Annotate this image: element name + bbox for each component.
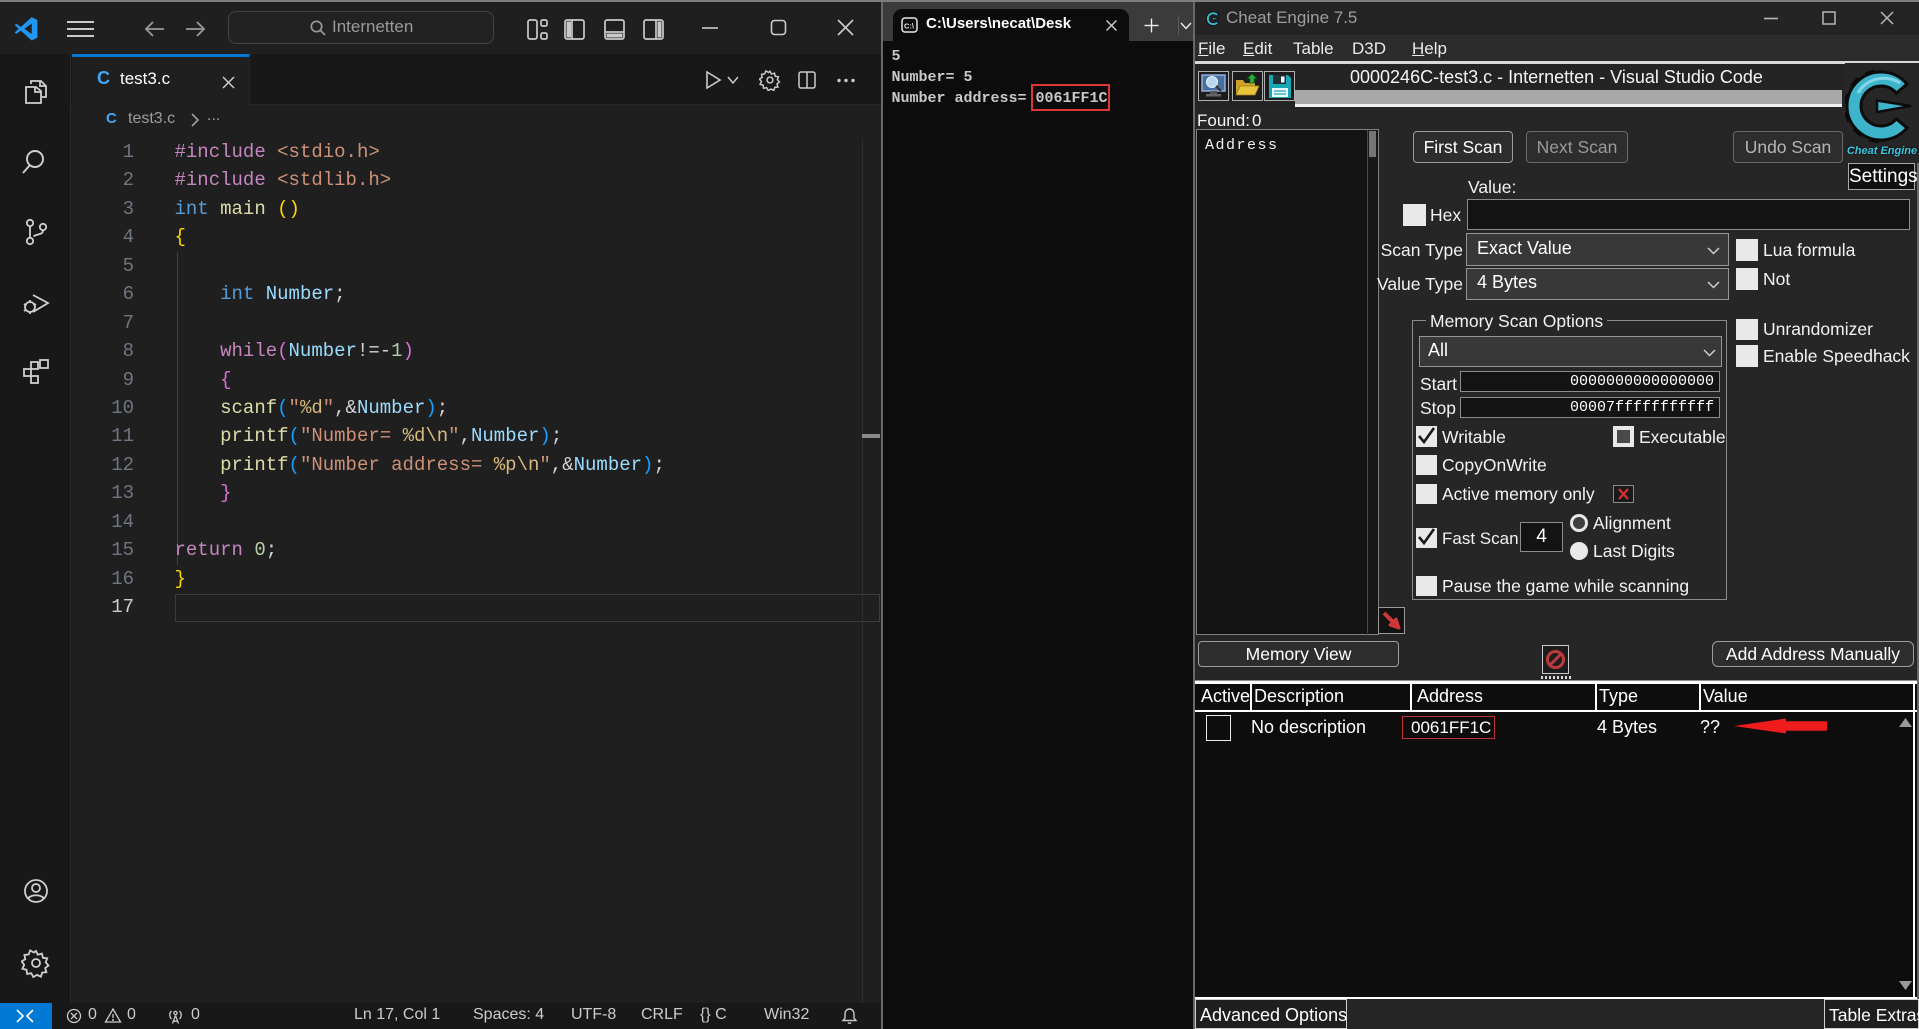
svg-text:C:\: C:\ — [904, 22, 915, 31]
